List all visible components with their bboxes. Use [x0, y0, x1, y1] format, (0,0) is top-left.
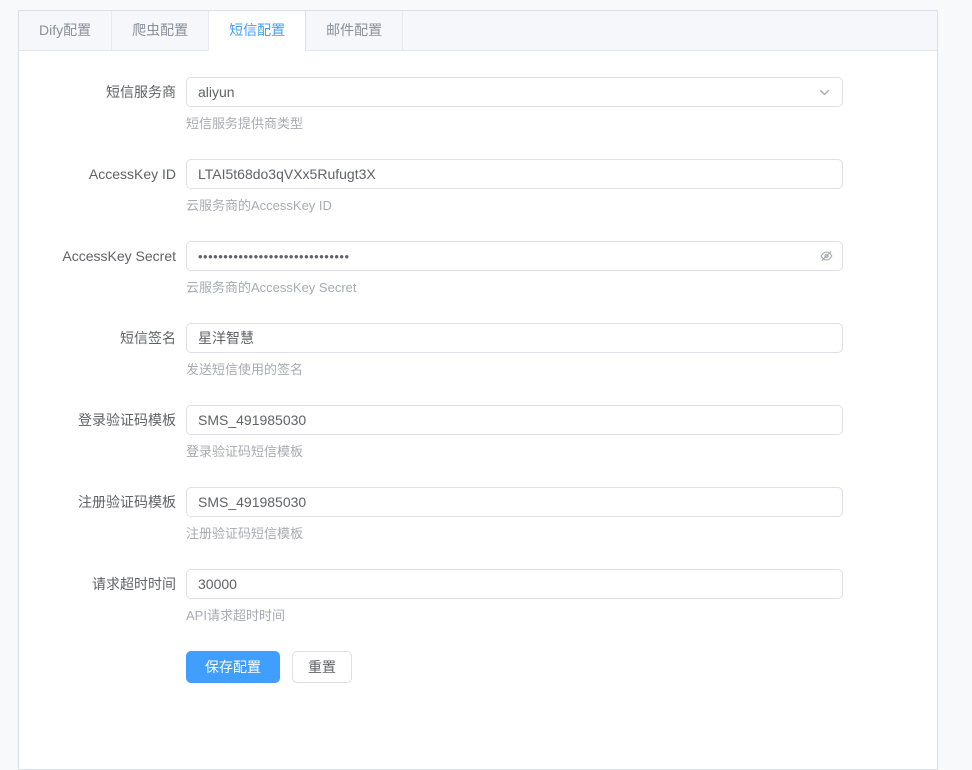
config-card: Dify配置 爬虫配置 短信配置 邮件配置 短信服务商 aliyun 短信服务提… — [18, 10, 938, 770]
field-help: 发送短信使用的签名 — [186, 361, 843, 379]
form-field-register-template: 注册验证码模板 注册验证码短信模板 — [34, 487, 922, 543]
register-template-input[interactable] — [186, 487, 843, 517]
field-label: AccessKey Secret — [34, 241, 186, 297]
sms-sign-input[interactable] — [186, 323, 843, 353]
config-tabs: Dify配置 爬虫配置 短信配置 邮件配置 — [19, 11, 937, 51]
sms-config-form: 短信服务商 aliyun 短信服务提供商类型 AccessKey ID 云服务商… — [19, 51, 937, 713]
field-help: 登录验证码短信模板 — [186, 443, 843, 461]
field-help: 云服务商的AccessKey ID — [186, 197, 843, 215]
sms-provider-select[interactable]: aliyun — [186, 77, 843, 107]
form-field-accesskey-secret: AccessKey Secret 云服务商的AccessKey Secret — [34, 241, 922, 297]
field-help: 注册验证码短信模板 — [186, 525, 843, 543]
form-field-accesskey-id: AccessKey ID 云服务商的AccessKey ID — [34, 159, 922, 215]
form-actions: 保存配置 重置 — [186, 651, 922, 713]
eye-off-icon[interactable] — [819, 249, 834, 264]
tab-header-filler — [403, 11, 937, 51]
field-label: AccessKey ID — [34, 159, 186, 215]
accesskey-secret-input[interactable] — [186, 241, 843, 271]
chevron-down-icon — [818, 86, 831, 99]
field-label: 短信服务商 — [34, 77, 186, 133]
form-field-timeout: 请求超时时间 API请求超时时间 — [34, 569, 922, 625]
select-value: aliyun — [198, 78, 818, 106]
field-label: 注册验证码模板 — [34, 487, 186, 543]
tab-mail-config[interactable]: 邮件配置 — [306, 11, 403, 51]
timeout-input[interactable] — [186, 569, 843, 599]
login-template-input[interactable] — [186, 405, 843, 435]
form-field-sms-provider: 短信服务商 aliyun 短信服务提供商类型 — [34, 77, 922, 133]
field-label: 登录验证码模板 — [34, 405, 186, 461]
reset-button[interactable]: 重置 — [292, 651, 352, 683]
form-field-login-template: 登录验证码模板 登录验证码短信模板 — [34, 405, 922, 461]
save-config-button[interactable]: 保存配置 — [186, 651, 280, 683]
field-label: 请求超时时间 — [34, 569, 186, 625]
tab-crawler-config[interactable]: 爬虫配置 — [112, 11, 209, 51]
tab-dify-config[interactable]: Dify配置 — [19, 11, 112, 51]
tab-sms-config[interactable]: 短信配置 — [209, 11, 306, 51]
field-help: 短信服务提供商类型 — [186, 115, 843, 133]
accesskey-id-input[interactable] — [186, 159, 843, 189]
form-field-sms-sign: 短信签名 发送短信使用的签名 — [34, 323, 922, 379]
field-label: 短信签名 — [34, 323, 186, 379]
field-help: API请求超时时间 — [186, 607, 843, 625]
field-help: 云服务商的AccessKey Secret — [186, 279, 843, 297]
